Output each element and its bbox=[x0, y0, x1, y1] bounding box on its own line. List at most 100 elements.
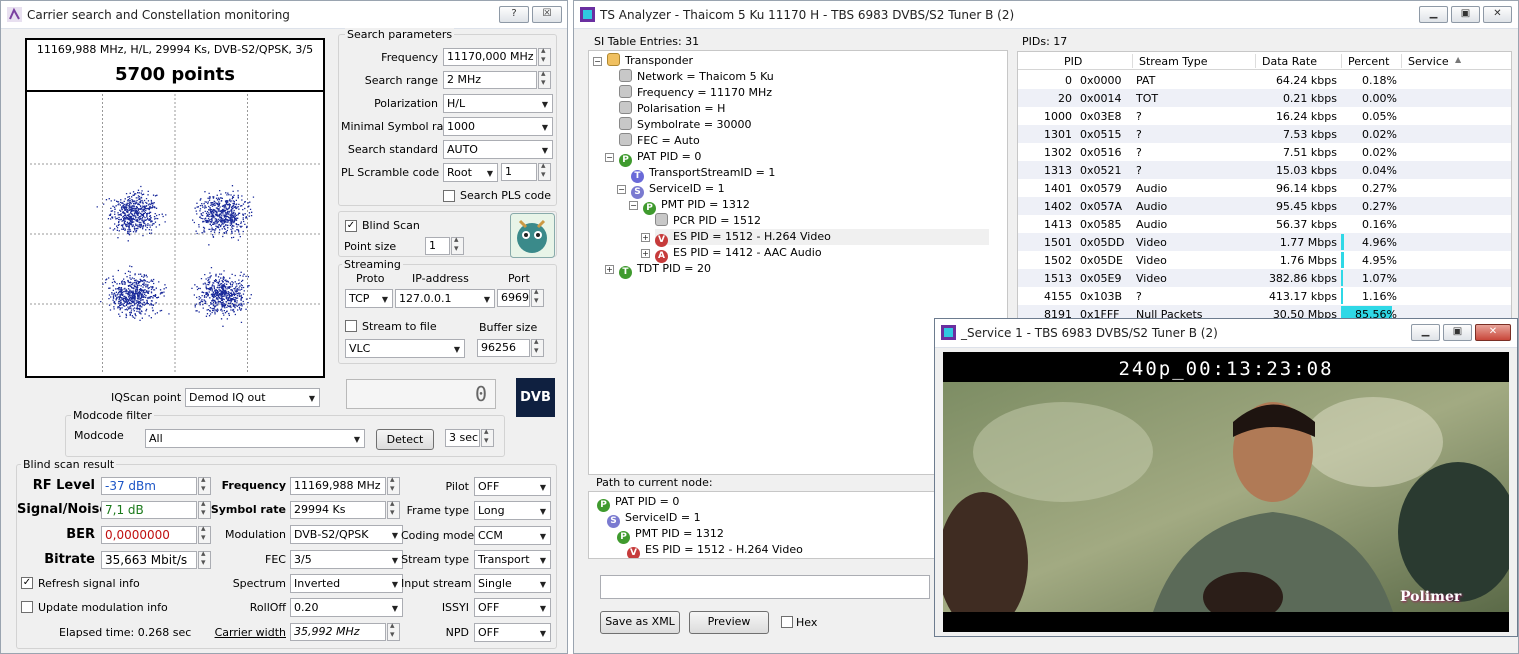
column-data-rate[interactable]: Data Rate bbox=[1262, 55, 1317, 68]
pls-code-input[interactable]: 1 bbox=[501, 163, 537, 181]
column-percent[interactable]: Percent bbox=[1348, 55, 1389, 68]
collapse-icon[interactable]: − bbox=[593, 57, 602, 66]
collapse-icon[interactable]: − bbox=[617, 185, 626, 194]
table-row[interactable]: 1502 0x05DE Video 1.76 Mbps 4.95% bbox=[1018, 251, 1511, 269]
tree-node[interactable]: PCR PID = 1512 bbox=[655, 213, 761, 229]
rolloff-select[interactable]: 0.20 ▼ bbox=[290, 598, 403, 617]
table-row[interactable]: 1501 0x05DD Video 1.77 Mbps 4.96% bbox=[1018, 233, 1511, 251]
tree-node[interactable]: S ServiceID = 1 bbox=[631, 181, 725, 199]
symbol-rate-spinner[interactable] bbox=[387, 499, 400, 519]
table-row[interactable]: 1402 0x057A Audio 95.45 kbps 0.27% bbox=[1018, 197, 1511, 215]
carrier-width-label[interactable]: Carrier width bbox=[201, 626, 286, 639]
mascot-icon[interactable] bbox=[510, 213, 555, 258]
search-standard-select[interactable]: AUTO ▼ bbox=[443, 140, 553, 159]
path-node[interactable]: P PMT PID = 1312 bbox=[617, 526, 724, 544]
tree-node[interactable]: P PAT PID = 0 bbox=[619, 149, 701, 167]
buffer-size-spinner[interactable] bbox=[531, 337, 544, 357]
table-row[interactable]: 1301 0x0515? 7.53 kbps 0.02% bbox=[1018, 125, 1511, 143]
expand-icon[interactable]: + bbox=[605, 265, 614, 274]
expand-icon[interactable]: + bbox=[641, 233, 650, 242]
table-row[interactable]: 20 0x0014 TOT 0.21 kbps 0.00% bbox=[1018, 89, 1511, 107]
search-range-spinner[interactable] bbox=[538, 69, 551, 89]
point-size-spinner[interactable] bbox=[451, 235, 464, 255]
update-modulation-checkbox[interactable] bbox=[21, 601, 33, 613]
minimize-button[interactable]: ▁ bbox=[1411, 324, 1440, 341]
tree-node[interactable]: Symbolrate = 30000 bbox=[619, 117, 752, 133]
close-button[interactable]: ✕ bbox=[1483, 6, 1512, 23]
min-symbol-rate-select[interactable]: 1000 ▼ bbox=[443, 117, 553, 136]
table-row[interactable]: 1313 0x0521? 15.03 kbps 0.04% bbox=[1018, 161, 1511, 179]
modulation-select[interactable]: DVB-S2/QPSK ▼ bbox=[290, 525, 403, 544]
carrier-width-spinner[interactable] bbox=[387, 621, 400, 641]
npd-select[interactable]: OFF ▼ bbox=[474, 623, 551, 642]
table-row[interactable]: 1401 0x0579 Audio 96.14 kbps 0.27% bbox=[1018, 179, 1511, 197]
table-row[interactable]: 1413 0x0585 Audio 56.37 kbps 0.16% bbox=[1018, 215, 1511, 233]
buffer-size-input[interactable]: 96256 bbox=[477, 339, 530, 357]
blind-scan-checkbox[interactable]: ✓ bbox=[345, 220, 357, 232]
frequency-spinner[interactable] bbox=[538, 46, 551, 66]
fec-select[interactable]: 3/5 ▼ bbox=[290, 550, 403, 569]
ts-title-bar[interactable]: TS Analyzer - Thaicom 5 Ku 11170 H - TBS… bbox=[574, 1, 1518, 29]
tree-node[interactable]: V ES PID = 1512 - H.264 Video bbox=[655, 229, 989, 247]
table-row[interactable]: 4155 0x103B? 413.17 kbps 1.16% bbox=[1018, 287, 1511, 305]
refresh-signal-checkbox[interactable]: ✓ bbox=[21, 577, 33, 589]
frame-type-select[interactable]: Long ▼ bbox=[474, 501, 551, 520]
search-range-input[interactable]: 2 MHz bbox=[443, 71, 537, 89]
column-stream-type[interactable]: Stream Type bbox=[1139, 55, 1208, 68]
tree-node[interactable]: Polarisation = H bbox=[619, 101, 725, 117]
tree-node[interactable]: Transponder bbox=[607, 53, 693, 69]
minimize-button[interactable]: ▁ bbox=[1419, 6, 1448, 23]
point-size-input[interactable]: 1 bbox=[425, 237, 450, 255]
hex-checkbox[interactable] bbox=[781, 616, 793, 628]
tree-node[interactable]: P PMT PID = 1312 bbox=[643, 197, 750, 215]
stream-type-select[interactable]: Transport ▼ bbox=[474, 550, 551, 569]
maximize-button[interactable]: ▣ bbox=[1451, 6, 1480, 23]
pls-code-spinner[interactable] bbox=[538, 161, 551, 181]
video-frame[interactable]: 240p_00:13:23:08 Polimer bbox=[943, 352, 1509, 632]
tree-node[interactable]: Frequency = 11170 MHz bbox=[619, 85, 772, 101]
save-as-xml-button[interactable]: Save as XML bbox=[600, 611, 680, 634]
tree-node[interactable]: FEC = Auto bbox=[619, 133, 700, 149]
table-row[interactable]: 1513 0x05E9 Video 382.86 kbps 1.07% bbox=[1018, 269, 1511, 287]
table-row[interactable]: 1302 0x0516? 7.51 kbps 0.02% bbox=[1018, 143, 1511, 161]
result-frequency-spinner[interactable] bbox=[387, 475, 400, 495]
path-node[interactable]: P PAT PID = 0 bbox=[597, 494, 679, 512]
collapse-icon[interactable]: − bbox=[605, 153, 614, 162]
help-button[interactable]: ? bbox=[499, 6, 529, 23]
detect-button[interactable]: Detect bbox=[376, 429, 434, 450]
proto-select[interactable]: TCP ▼ bbox=[345, 289, 393, 308]
tree-node[interactable]: A ES PID = 1412 - AAC Audio bbox=[655, 245, 822, 263]
modcode-select[interactable]: All ▼ bbox=[145, 429, 365, 448]
player-select[interactable]: VLC ▼ bbox=[345, 339, 465, 358]
table-row[interactable]: 0 0x0000 PAT 64.24 kbps 0.18% bbox=[1018, 71, 1511, 89]
path-node[interactable]: S ServiceID = 1 bbox=[607, 510, 701, 528]
tree-node[interactable]: Network = Thaicom 5 Ku bbox=[619, 69, 774, 85]
stream-to-file-checkbox[interactable] bbox=[345, 320, 357, 332]
maximize-button[interactable]: ▣ bbox=[1443, 324, 1472, 341]
spectrum-select[interactable]: Inverted ▼ bbox=[290, 574, 403, 593]
preview-button[interactable]: Preview bbox=[689, 611, 769, 634]
detect-interval-input[interactable]: 3 sec bbox=[445, 429, 480, 447]
iqscan-select[interactable]: Demod IQ out ▼ bbox=[185, 388, 320, 407]
title-bar[interactable]: Carrier search and Constellation monitor… bbox=[1, 1, 567, 29]
column-pid[interactable]: PID bbox=[1064, 55, 1082, 68]
column-service[interactable]: Service bbox=[1408, 55, 1449, 68]
pls-mode-select[interactable]: Root ▼ bbox=[443, 163, 498, 182]
port-spinner[interactable] bbox=[531, 287, 544, 307]
issyi-select[interactable]: OFF ▼ bbox=[474, 598, 551, 617]
video-title-bar[interactable]: _Service 1 - TBS 6983 DVBS/S2 Tuner B (2… bbox=[935, 319, 1517, 348]
table-row[interactable]: 1000 0x03E8? 16.24 kbps 0.05% bbox=[1018, 107, 1511, 125]
collapse-icon[interactable]: − bbox=[629, 201, 638, 210]
ip-address-select[interactable]: 127.0.0.1 ▼ bbox=[395, 289, 495, 308]
polarization-select[interactable]: H/L ▼ bbox=[443, 94, 553, 113]
detect-interval-spinner[interactable] bbox=[481, 427, 494, 447]
pilot-select[interactable]: OFF ▼ bbox=[474, 477, 551, 496]
expand-icon[interactable]: + bbox=[641, 249, 650, 258]
input-stream-select[interactable]: Single ▼ bbox=[474, 574, 551, 593]
path-node[interactable]: V ES PID = 1512 - H.264 Video bbox=[627, 542, 803, 558]
search-pls-checkbox[interactable] bbox=[443, 190, 455, 202]
close-button[interactable]: ✕ bbox=[1475, 324, 1511, 341]
path-text-input[interactable] bbox=[600, 575, 930, 599]
coding-mode-select[interactable]: CCM ▼ bbox=[474, 526, 551, 545]
close-button[interactable]: ☒ bbox=[532, 6, 562, 23]
